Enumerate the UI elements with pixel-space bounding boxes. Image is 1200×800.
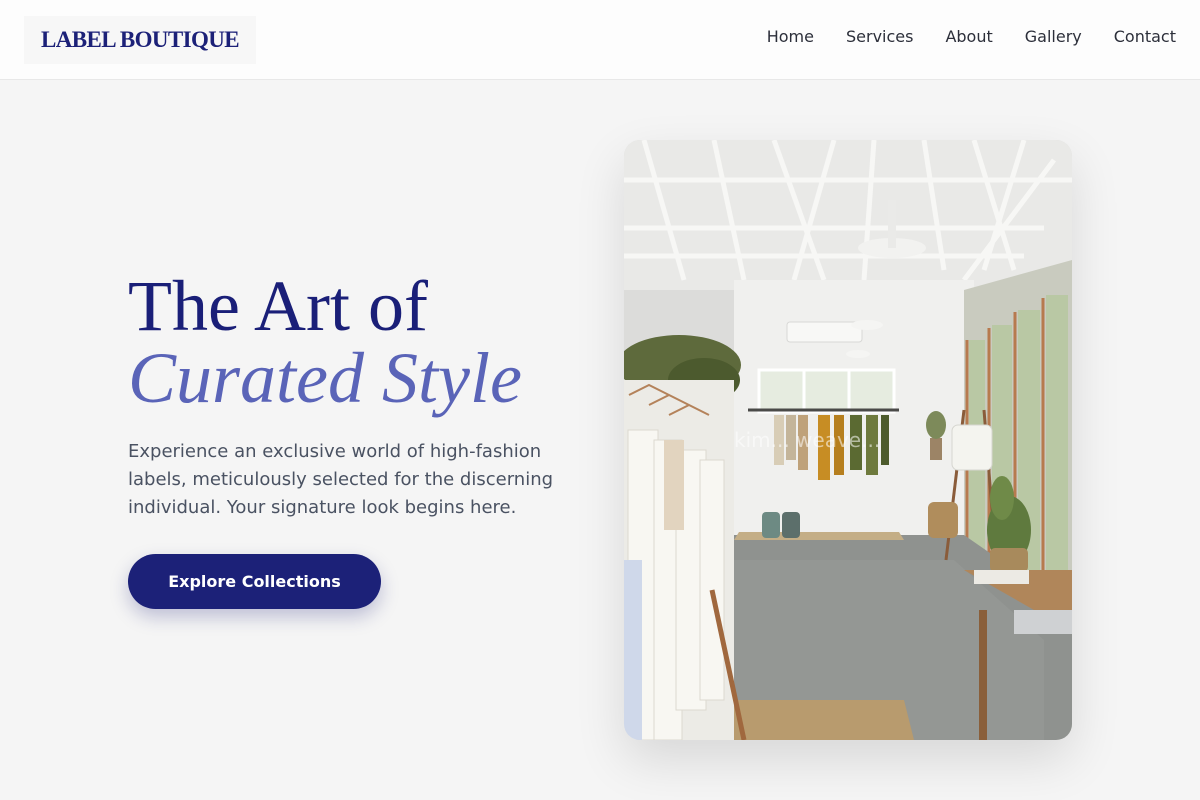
nav-link-gallery[interactable]: Gallery: [1025, 26, 1082, 48]
logo[interactable]: LABEL BOUTIQUE: [24, 16, 256, 64]
logo-text: LABEL BOUTIQUE: [40, 27, 240, 52]
nav-link-contact[interactable]: Contact: [1114, 26, 1176, 48]
explore-collections-button[interactable]: Explore Collections: [128, 554, 381, 609]
image-watermark: kim... weave...: [734, 428, 881, 452]
nav-link-about[interactable]: About: [945, 26, 992, 48]
nav-link-services[interactable]: Services: [846, 26, 913, 48]
nav-link-home[interactable]: Home: [767, 26, 814, 48]
site-header: LABEL BOUTIQUE Home Services About Galle…: [0, 0, 1200, 80]
main-nav: Home Services About Gallery Contact: [767, 26, 1176, 48]
boutique-interior-image: kim... weave...: [624, 140, 1072, 740]
hero-description: Experience an exclusive world of high-fa…: [128, 441, 554, 518]
hero-title-line-1: The Art of: [128, 266, 428, 346]
hero-title-line-2: Curated Style: [128, 338, 522, 418]
